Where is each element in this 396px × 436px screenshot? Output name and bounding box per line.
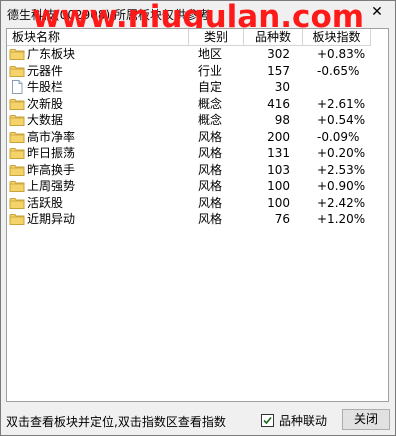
- folder-icon: [9, 97, 25, 111]
- row-count: 30: [274, 80, 290, 95]
- row-type: 风格: [198, 162, 223, 177]
- row-index[interactable]: -0.09%: [303, 129, 371, 145]
- row-count: 157: [267, 63, 290, 78]
- close-button[interactable]: 关闭: [342, 409, 390, 430]
- row-count: 416: [267, 96, 290, 111]
- row-name: 大数据: [27, 113, 64, 128]
- row-name-cell: 元器件: [7, 63, 189, 79]
- row-type: 风格: [198, 146, 223, 161]
- row-name: 高市净率: [27, 129, 76, 144]
- row-name: 元器件: [27, 63, 64, 78]
- row-count: 100: [267, 195, 290, 210]
- row-name-cell: 昨日振荡: [7, 145, 189, 161]
- row-name-cell: 近期异动: [7, 211, 189, 227]
- list-row[interactable]: 牛股栏 自定 30: [7, 79, 388, 96]
- row-type: 自定: [198, 80, 223, 95]
- sync-checkbox[interactable]: 品种联动: [261, 412, 327, 429]
- list-row[interactable]: 次新股 概念 416 +2.61%: [7, 96, 388, 113]
- folder-icon: [9, 212, 25, 226]
- list-row[interactable]: 活跃股 风格 100 +2.42%: [7, 195, 388, 212]
- row-name-cell: 高市净率: [7, 129, 189, 145]
- row-name-cell: 广东板块: [7, 46, 189, 62]
- header-index[interactable]: 板块指数: [303, 29, 371, 45]
- sector-list[interactable]: 板块名称 类别 品种数 板块指数 广东板块 地区 302 +0.83% 元器件 行业 157…: [6, 28, 389, 402]
- folder-icon: [9, 179, 25, 193]
- row-index[interactable]: +2.61%: [303, 96, 371, 112]
- row-type: 风格: [198, 212, 223, 227]
- row-name: 昨高换手: [27, 162, 76, 177]
- row-name-cell: 大数据: [7, 112, 189, 128]
- list-row[interactable]: 广东板块 地区 302 +0.83%: [7, 46, 388, 63]
- folder-icon: [9, 196, 25, 210]
- checkbox-box[interactable]: [261, 414, 274, 427]
- list-row[interactable]: 大数据 概念 98 +0.54%: [7, 112, 388, 129]
- row-name-cell: 次新股: [7, 96, 189, 112]
- row-index[interactable]: +0.20%: [303, 145, 371, 161]
- row-index[interactable]: +0.83%: [303, 46, 371, 62]
- header-count[interactable]: 品种数: [244, 29, 303, 45]
- row-index[interactable]: +2.42%: [303, 195, 371, 211]
- row-name: 广东板块: [27, 47, 76, 62]
- list-rows: 广东板块 地区 302 +0.83% 元器件 行业 157 -0.65% 牛股栏 自定 30 次新股概…: [7, 46, 388, 228]
- title-bar: 德生科技(002908) 所属板块仅供参考 www.niugulan.com ✕: [1, 0, 395, 35]
- row-count: 103: [267, 162, 290, 177]
- row-name-cell: 上周强势: [7, 178, 189, 194]
- row-name: 昨日振荡: [27, 146, 76, 161]
- row-name: 次新股: [27, 96, 64, 111]
- list-row[interactable]: 昨日振荡 风格 131 +0.20%: [7, 145, 388, 162]
- list-header: 板块名称 类别 品种数 板块指数: [7, 29, 371, 46]
- dialog-window: 德生科技(002908) 所属板块仅供参考 www.niugulan.com ✕…: [0, 0, 396, 436]
- folder-icon: [9, 130, 25, 144]
- row-name: 上周强势: [27, 179, 76, 194]
- row-type: 风格: [198, 195, 223, 210]
- row-index[interactable]: +1.20%: [303, 211, 371, 227]
- row-count: 200: [267, 129, 290, 144]
- hint-text: 双击查看板块并定位,双击指数区查看指数: [6, 415, 226, 429]
- row-index[interactable]: +2.53%: [303, 162, 371, 178]
- list-row[interactable]: 近期异动 风格 76 +1.20%: [7, 211, 388, 228]
- row-index[interactable]: +0.90%: [303, 178, 371, 194]
- folder-icon: [9, 113, 25, 127]
- folder-icon: [9, 146, 25, 160]
- list-row[interactable]: 元器件 行业 157 -0.65%: [7, 63, 388, 80]
- list-row[interactable]: 上周强势 风格 100 +0.90%: [7, 178, 388, 195]
- row-type: 风格: [198, 179, 223, 194]
- row-name: 牛股栏: [27, 80, 64, 95]
- row-type: 风格: [198, 129, 223, 144]
- folder-icon: [9, 163, 25, 177]
- row-count: 131: [267, 146, 290, 161]
- row-name: 近期异动: [27, 212, 76, 227]
- row-type: 概念: [198, 113, 223, 128]
- document-icon: [9, 80, 25, 95]
- folder-icon: [9, 47, 25, 61]
- row-count: 100: [267, 179, 290, 194]
- row-index[interactable]: +0.54%: [303, 112, 371, 128]
- checkmark-icon: [263, 416, 272, 425]
- header-type[interactable]: 类别: [189, 29, 244, 45]
- list-row[interactable]: 昨高换手 风格 103 +2.53%: [7, 162, 388, 179]
- list-row[interactable]: 高市净率 风格 200 -0.09%: [7, 129, 388, 146]
- row-index[interactable]: -0.65%: [303, 63, 371, 79]
- row-type: 行业: [198, 63, 223, 78]
- window-close-icon[interactable]: ✕: [369, 3, 385, 21]
- row-type: 概念: [198, 96, 223, 111]
- bottom-bar: 双击查看板块并定位,双击指数区查看指数 品种联动 关闭: [1, 407, 395, 433]
- row-type: 地区: [198, 47, 223, 62]
- row-name-cell: 活跃股: [7, 195, 189, 211]
- row-count: 302: [267, 47, 290, 62]
- checkbox-label: 品种联动: [279, 414, 328, 428]
- row-count: 76: [274, 212, 290, 227]
- row-name-cell: 牛股栏: [7, 79, 189, 95]
- row-name-cell: 昨高换手: [7, 162, 189, 178]
- row-count: 98: [274, 113, 290, 128]
- header-name[interactable]: 板块名称: [7, 29, 189, 45]
- folder-icon: [9, 64, 25, 78]
- row-name: 活跃股: [27, 195, 64, 210]
